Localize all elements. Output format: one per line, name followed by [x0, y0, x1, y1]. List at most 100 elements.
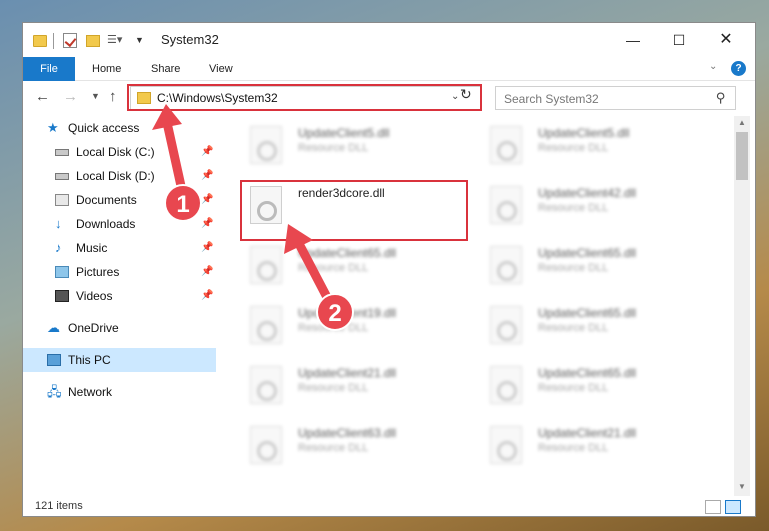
- sidebar-item-label: Videos: [76, 289, 113, 303]
- sidebar-item-videos[interactable]: Videos 📌: [23, 284, 216, 308]
- file-type: Resource DLL: [298, 322, 369, 334]
- file-name: UpdateClient21.dll: [538, 426, 637, 440]
- sidebar-item-label: Pictures: [76, 265, 120, 279]
- music-icon: ♪: [55, 240, 62, 255]
- sidebar-item-local-disk-c[interactable]: Local Disk (C:) 📌: [23, 140, 216, 164]
- sidebar-item-downloads[interactable]: ↓ Downloads 📌: [23, 212, 216, 236]
- minimize-button[interactable]: —: [610, 23, 656, 57]
- file-name: UpdateClient5.dll: [538, 126, 630, 140]
- computer-icon: [47, 354, 61, 366]
- sidebar-item-label: Local Disk (D:): [76, 169, 155, 183]
- expand-ribbon-icon[interactable]: ⌄: [709, 61, 717, 72]
- new-folder-icon[interactable]: [86, 35, 100, 47]
- scrollbar-thumb[interactable]: [736, 132, 748, 180]
- dll-file-icon: [250, 366, 282, 404]
- back-arrow-icon[interactable]: ←: [35, 88, 50, 105]
- search-placeholder[interactable]: Search System32: [504, 92, 599, 106]
- network-icon: 🖧: [47, 384, 62, 399]
- pin-icon[interactable]: 📌: [201, 290, 213, 301]
- pin-icon[interactable]: 📌: [201, 242, 213, 253]
- pin-icon[interactable]: 📌: [201, 194, 213, 205]
- file-type: Resource DLL: [538, 202, 609, 214]
- file-name: UpdateClient65.dll: [538, 366, 637, 380]
- file-type: Resource DLL: [538, 382, 609, 394]
- file-item[interactable]: UpdateClient21.dll Resource DLL: [238, 356, 468, 406]
- sidebar-item-label: Local Disk (C:): [76, 145, 155, 159]
- file-item[interactable]: UpdateClient5.dll Resource DLL: [238, 116, 468, 166]
- sidebar-item-quick-access[interactable]: ★ Quick access: [23, 116, 216, 140]
- file-name: UpdateClient21.dll: [298, 366, 397, 380]
- sidebar-item-pictures[interactable]: Pictures 📌: [23, 260, 216, 284]
- file-item[interactable]: UpdateClient5.dll Resource DLL: [478, 116, 708, 166]
- scroll-down-icon[interactable]: ▼: [738, 482, 746, 491]
- file-type: Resource DLL: [298, 382, 369, 394]
- file-item[interactable]: UpdateClient65.dll Resource DLL: [238, 236, 468, 286]
- documents-icon: [55, 194, 69, 206]
- sidebar-item-documents[interactable]: Documents 📌: [23, 188, 216, 212]
- file-item[interactable]: UpdateClient21.dll Resource DLL: [478, 416, 708, 466]
- file-name: UpdateClient63.dll: [298, 426, 397, 440]
- file-list: UpdateClient5.dll Resource DLL UpdateCli…: [228, 116, 733, 496]
- file-type: Resource DLL: [538, 322, 609, 334]
- pin-icon[interactable]: 📌: [201, 266, 213, 277]
- sidebar-item-this-pc[interactable]: This PC: [23, 348, 216, 372]
- file-name: UpdateClient65.dll: [298, 246, 397, 260]
- help-icon[interactable]: ?: [731, 61, 746, 76]
- tab-home[interactable]: Home: [92, 57, 121, 81]
- folder-icon[interactable]: [33, 35, 47, 47]
- file-name: UpdateClient19.dll: [298, 306, 397, 320]
- item-count: 121 items: [35, 500, 83, 512]
- file-item[interactable]: UpdateClient42.dll Resource DLL: [478, 176, 708, 226]
- close-button[interactable]: ✕: [703, 23, 749, 57]
- file-name: UpdateClient65.dll: [538, 246, 637, 260]
- pin-icon[interactable]: 📌: [201, 146, 213, 157]
- file-item[interactable]: UpdateClient65.dll Resource DLL: [478, 296, 708, 346]
- file-item[interactable]: UpdateClient19.dll Resource DLL: [238, 296, 468, 346]
- properties-check-icon[interactable]: [63, 33, 77, 48]
- pin-icon[interactable]: 📌: [201, 218, 213, 229]
- toolbar-divider: [53, 33, 54, 49]
- file-item[interactable]: UpdateClient65.dll Resource DLL: [478, 356, 708, 406]
- tab-share[interactable]: Share: [151, 57, 180, 81]
- file-item[interactable]: UpdateClient65.dll Resource DLL: [478, 236, 708, 286]
- forward-arrow-icon[interactable]: →: [63, 88, 78, 105]
- pin-icon[interactable]: 📌: [201, 170, 213, 181]
- dll-file-icon: [250, 246, 282, 284]
- search-input[interactable]: Search System32 ⚲: [495, 86, 736, 110]
- disk-icon: [55, 149, 69, 156]
- sidebar-item-onedrive[interactable]: ☁ OneDrive: [23, 316, 216, 340]
- sidebar-item-label: OneDrive: [68, 321, 119, 335]
- file-name: UpdateClient5.dll: [298, 126, 390, 140]
- sidebar-item-music[interactable]: ♪ Music 📌: [23, 236, 216, 260]
- recent-locations-icon[interactable]: ▼: [91, 91, 100, 101]
- up-arrow-icon[interactable]: ↑: [109, 88, 117, 105]
- dll-file-icon: [490, 126, 522, 164]
- window-title: System32: [161, 32, 219, 47]
- sidebar-item-network[interactable]: 🖧 Network: [23, 380, 216, 404]
- file-item[interactable]: UpdateClient63.dll Resource DLL: [238, 416, 468, 466]
- scroll-up-icon[interactable]: ▲: [738, 118, 746, 127]
- file-type: Resource DLL: [538, 142, 609, 154]
- sidebar-item-label: Music: [76, 241, 108, 255]
- disk-icon: [55, 173, 69, 180]
- sidebar-item-label: Downloads: [76, 217, 136, 231]
- chevron-down-icon[interactable]: ▼: [135, 35, 144, 51]
- file-type: Resource DLL: [538, 262, 609, 274]
- large-icons-view-icon[interactable]: [725, 500, 741, 514]
- search-icon[interactable]: ⚲: [716, 90, 726, 106]
- dll-file-icon: [490, 366, 522, 404]
- dll-file-icon: [490, 306, 522, 344]
- dll-file-icon: [250, 426, 282, 464]
- maximize-button[interactable]: ☐: [656, 23, 702, 57]
- details-view-icon[interactable]: [705, 500, 721, 514]
- vertical-scrollbar[interactable]: ▲ ▼: [734, 116, 750, 496]
- file-name: UpdateClient42.dll: [538, 186, 637, 200]
- file-type: Resource DLL: [538, 442, 609, 454]
- sidebar-item-local-disk-d[interactable]: Local Disk (D:) 📌: [23, 164, 216, 188]
- file-type: Resource DLL: [298, 262, 369, 274]
- tab-view[interactable]: View: [209, 57, 233, 81]
- file-type: Resource DLL: [298, 442, 369, 454]
- title-bar: ☰▾ ▼ System32 — ☐ ✕: [23, 23, 755, 57]
- tab-file[interactable]: File: [23, 57, 75, 81]
- customize-toolbar-icon[interactable]: ☰▾: [107, 34, 123, 47]
